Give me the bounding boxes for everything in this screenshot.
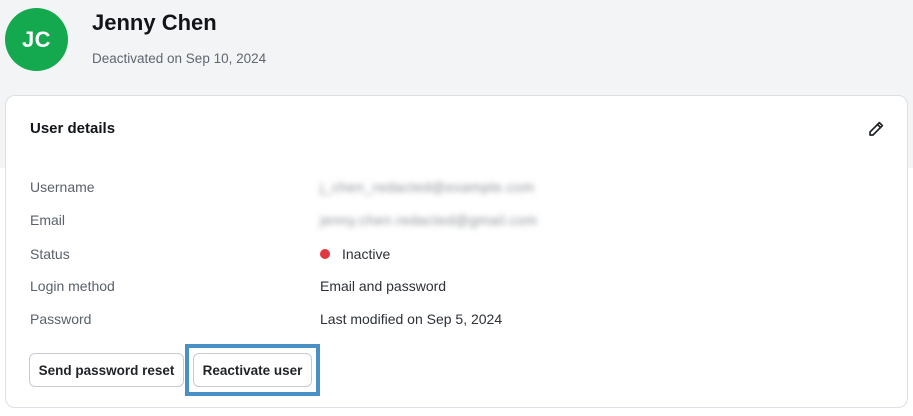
status-value: Inactive xyxy=(342,246,391,262)
password-value: Last modified on Sep 5, 2024 xyxy=(320,311,503,327)
deactivated-date: Deactivated on Sep 10, 2024 xyxy=(92,51,267,66)
username-label: Username xyxy=(30,179,95,195)
card-title: User details xyxy=(30,120,116,137)
pencil-icon[interactable] xyxy=(867,120,885,138)
send-password-reset-button[interactable]: Send password reset xyxy=(29,353,184,387)
reactivate-user-button[interactable]: Reactivate user xyxy=(193,353,312,387)
status-dot xyxy=(320,249,330,259)
avatar-initials: JC xyxy=(21,26,52,52)
email-label: Email xyxy=(30,212,66,228)
user-name: Jenny Chen xyxy=(92,10,217,35)
avatar: JC xyxy=(5,8,68,71)
username-value: j_chen_redacted@example.com xyxy=(320,179,535,195)
login-method-label: Login method xyxy=(30,278,115,294)
login-method-value: Email and password xyxy=(320,278,447,294)
password-label: Password xyxy=(30,311,92,327)
email-value: jenny.chen.redacted@gmail.com xyxy=(320,212,538,228)
status-label: Status xyxy=(30,246,70,262)
status-indicator: Inactive xyxy=(320,246,390,262)
